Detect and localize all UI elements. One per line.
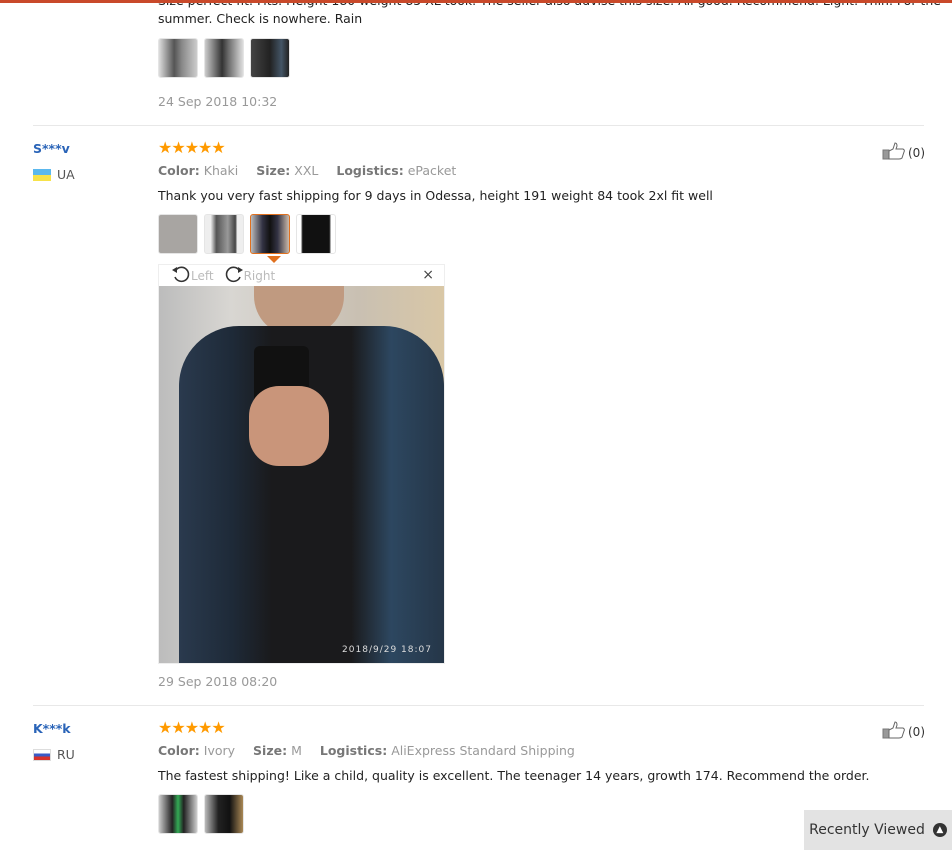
review-photo-thumb[interactable] xyxy=(204,38,244,78)
review-date: 24 Sep 2018 10:32 xyxy=(158,94,278,109)
review-date: 29 Sep 2018 08:20 xyxy=(158,674,278,689)
like-button[interactable]: (0) xyxy=(882,721,925,742)
like-button[interactable]: (0) xyxy=(882,142,925,163)
review-photo-thumb[interactable] xyxy=(158,38,198,78)
reviewer-name: K***k xyxy=(33,721,71,736)
star-rating: ★★★★★ xyxy=(158,138,226,157)
review-text-line: summer. Check is nowhere. Rain xyxy=(158,11,363,26)
thumbs-up-icon xyxy=(882,721,906,742)
review-text: Thank you very fast shipping for 9 days … xyxy=(158,188,713,203)
attr-label: Logistics: xyxy=(336,163,404,178)
photo-viewer: Left Right × 2018/9/29 18:07 xyxy=(158,264,445,664)
attr-color: Khaki xyxy=(203,163,239,178)
review-photo-thumb[interactable] xyxy=(158,794,198,834)
divider xyxy=(33,705,924,706)
like-count: (0) xyxy=(908,724,925,739)
review-attributes: Color: Khaki Size: XXL Logistics: ePacke… xyxy=(158,163,470,178)
rotate-right-label: Right xyxy=(243,268,276,283)
review-attributes: Color: Ivory Size: M Logistics: AliExpre… xyxy=(158,743,589,758)
flag-ua-icon xyxy=(33,168,51,181)
attr-size: M xyxy=(291,743,302,758)
divider xyxy=(33,125,924,126)
review-photos xyxy=(158,214,336,254)
recently-viewed-label: Recently Viewed xyxy=(809,822,925,838)
selected-photo-pointer xyxy=(267,256,281,263)
attr-size: XXL xyxy=(294,163,319,178)
reviewer-country: UA xyxy=(33,167,75,182)
review-photo-thumb[interactable] xyxy=(204,794,244,834)
attr-label: Size: xyxy=(256,163,291,178)
review-photo-thumb[interactable] xyxy=(158,214,198,254)
attr-logistics: AliExpress Standard Shipping xyxy=(391,743,575,758)
review-photo-thumb[interactable] xyxy=(296,214,336,254)
rotate-left-icon xyxy=(171,264,191,287)
top-accent-bar xyxy=(0,0,952,3)
chevron-up-circle-icon: ▲ xyxy=(932,823,947,837)
country-code: RU xyxy=(57,747,75,762)
photo-viewer-toolbar: Left Right × xyxy=(159,265,444,286)
review-photo-large: 2018/9/29 18:07 xyxy=(159,286,444,663)
review-photos xyxy=(158,38,290,78)
recently-viewed-button[interactable]: Recently Viewed ▲ xyxy=(804,810,952,850)
attr-logistics: ePacket xyxy=(407,163,457,178)
rotate-left-label: Left xyxy=(191,268,214,283)
reviewer-country: RU xyxy=(33,747,75,762)
country-code: UA xyxy=(57,167,75,182)
attr-label: Color: xyxy=(158,743,200,758)
attr-color: Ivory xyxy=(203,743,236,758)
rotate-right-button[interactable]: Right xyxy=(224,264,276,287)
thumbs-up-icon xyxy=(882,142,906,163)
rotate-right-icon xyxy=(224,264,244,287)
star-rating: ★★★★★ xyxy=(158,718,226,737)
review-text: The fastest shipping! Like a child, qual… xyxy=(158,768,870,783)
photo-timestamp: 2018/9/29 18:07 xyxy=(342,645,432,655)
attr-label: Logistics: xyxy=(319,743,388,758)
review-photo-thumb-selected[interactable] xyxy=(250,214,290,254)
review-photos xyxy=(158,794,244,834)
attr-label: Color: xyxy=(158,163,200,178)
review-photo-thumb[interactable] xyxy=(204,214,244,254)
rotate-left-button[interactable]: Left xyxy=(171,264,214,287)
attr-label: Size: xyxy=(253,743,288,758)
close-viewer-button[interactable]: × xyxy=(422,267,434,283)
review-photo-thumb[interactable] xyxy=(250,38,290,78)
like-count: (0) xyxy=(908,145,925,160)
flag-ru-icon xyxy=(33,748,51,761)
reviewer-name: S***v xyxy=(33,141,70,156)
